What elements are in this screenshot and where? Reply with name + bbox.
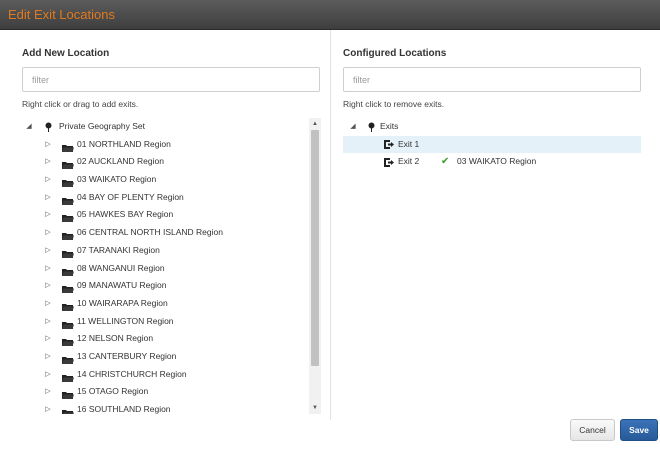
exit-item[interactable]: Exit 1 [343, 135, 641, 154]
tree-item-label: 04 BAY OF PLENTY Region [77, 191, 184, 202]
exit-location-label: 03 WAIKATO Region [457, 156, 537, 167]
folder-icon [62, 141, 74, 152]
tree-root-label: Private Geography Set [59, 121, 145, 131]
exit-item[interactable]: Exit 2 ✔ 03 WAIKATO Region [343, 153, 641, 171]
expand-icon[interactable]: ▷ [44, 153, 52, 171]
folder-icon [62, 247, 74, 258]
add-new-location-heading: Add New Location [22, 48, 110, 59]
folder-icon [62, 388, 74, 400]
scroll-up-icon[interactable]: ▲ [309, 118, 321, 130]
folder-icon [62, 318, 74, 329]
tree-item[interactable]: ▷ 06 CENTRAL NORTH ISLAND Region [22, 224, 310, 242]
exits-root[interactable]: ◢ Exits [343, 118, 641, 136]
folder-icon [62, 406, 74, 414]
tree-item[interactable]: ▷ 12 NELSON Region [22, 330, 310, 348]
tree-item-label: 10 WAIRARAPA Region [77, 297, 168, 308]
tree-item-label: 14 CHRISTCHURCH Region [77, 368, 187, 379]
left-filter-input[interactable] [22, 67, 320, 92]
geography-tree: ◢ Private Geography Set ▷ 01 NORTHLAND Re… [22, 118, 310, 414]
right-hint: Right click to remove exits. [343, 99, 445, 109]
expand-icon[interactable]: ▷ [44, 313, 52, 331]
right-filter-input[interactable] [343, 67, 641, 92]
folder-icon [62, 158, 74, 170]
tree-item-label: 12 NELSON Region [77, 333, 154, 344]
tree-item-label: 08 WANGANUI Region [77, 262, 165, 273]
configured-locations-panel: Configured Locations Right click to remo… [332, 30, 660, 420]
pin-icon [42, 118, 54, 136]
scroll-down-icon[interactable]: ▼ [309, 402, 321, 414]
folder-icon [62, 371, 74, 382]
tree-item[interactable]: ▷ 14 CHRISTCHURCH Region [22, 366, 310, 384]
tree-item-label: 13 CANTERBURY Region [77, 350, 177, 361]
folder-icon [62, 300, 74, 311]
tree-item-label: 01 NORTHLAND Region [77, 138, 171, 149]
exit-icon [383, 136, 395, 154]
tree-item[interactable]: ▷ 07 TARANAKI Region [22, 242, 310, 260]
expand-icon[interactable]: ▷ [44, 295, 52, 313]
tree-item[interactable]: ▷ 09 MANAWATU Region [22, 277, 310, 295]
tree-item[interactable]: ▷ 13 CANTERBURY Region [22, 348, 310, 366]
tree-item-label: 05 HAWKES BAY Region [77, 209, 174, 220]
expand-icon[interactable]: ▷ [44, 383, 52, 401]
tree-item-label: 11 WELLINGTON Region [77, 315, 174, 326]
expand-icon[interactable]: ▷ [44, 189, 52, 207]
left-tree-scrollbar[interactable]: ▲ ▼ [309, 118, 321, 414]
tree-item[interactable]: ▷ 11 WELLINGTON Region [22, 313, 310, 331]
tree-item[interactable]: ▷ 10 WAIRARAPA Region [22, 295, 310, 313]
tree-item[interactable]: ▷ 04 BAY OF PLENTY Region [22, 189, 310, 207]
add-new-location-panel: Add New Location Right click or drag to … [0, 30, 331, 420]
title-bar: Edit Exit Locations [0, 0, 660, 30]
expand-icon[interactable]: ▷ [44, 242, 52, 260]
expand-icon[interactable]: ▷ [44, 136, 52, 154]
tree-item[interactable]: ▷ 03 WAIKATO Region [22, 171, 310, 189]
expand-icon[interactable]: ▷ [44, 171, 52, 189]
tree-item-label: 03 WAIKATO Region [77, 174, 157, 185]
tree-item[interactable]: ▷ 16 SOUTHLAND Region [22, 401, 310, 414]
tree-item[interactable]: ▷ 05 HAWKES BAY Region [22, 206, 310, 224]
scroll-thumb[interactable] [311, 130, 319, 366]
expand-icon[interactable]: ▷ [44, 277, 52, 295]
collapse-icon[interactable]: ◢ [349, 118, 357, 136]
tree-item[interactable]: ▷ 15 OTAGO Region [22, 383, 310, 401]
exit-label: Exit 2 [398, 156, 420, 167]
tree-item-label: 16 SOUTHLAND Region [77, 404, 171, 414]
tree-item[interactable]: ▷ 01 NORTHLAND Region [22, 136, 310, 154]
left-hint: Right click or drag to add exits. [22, 99, 139, 109]
expand-icon[interactable]: ▷ [44, 348, 52, 366]
folder-icon [62, 176, 74, 188]
expand-icon[interactable]: ▷ [44, 206, 52, 224]
save-button[interactable]: Save [620, 419, 658, 441]
tree-item-label: 09 MANAWATU Region [77, 280, 167, 291]
folder-icon [62, 229, 74, 241]
exits-root-label: Exits [380, 121, 399, 131]
tree-item-label: 06 CENTRAL NORTH ISLAND Region [77, 227, 223, 238]
folder-icon [62, 353, 74, 364]
expand-icon[interactable]: ▷ [44, 260, 52, 278]
tree-item-label: 15 OTAGO Region [77, 386, 149, 397]
folder-icon [62, 265, 74, 276]
expand-icon[interactable]: ▷ [44, 366, 52, 384]
tree-item[interactable]: ▷ 02 AUCKLAND Region [22, 153, 310, 171]
tree-item-label: 02 AUCKLAND Region [77, 156, 164, 167]
folder-icon [62, 335, 74, 347]
pin-icon [365, 118, 377, 136]
folder-icon [62, 194, 74, 205]
window-title: Edit Exit Locations [8, 7, 115, 22]
tree-item-label: 07 TARANAKI Region [77, 244, 160, 255]
tree-item[interactable]: ▷ 08 WANGANUI Region [22, 260, 310, 278]
tree-root[interactable]: ◢ Private Geography Set [22, 118, 310, 136]
exits-tree: ◢ Exits Exit 1 Exit 2 ✔ 03 WAIKATO Region [343, 118, 641, 218]
exit-icon [383, 153, 395, 171]
cancel-button[interactable]: Cancel [570, 419, 615, 441]
configured-locations-heading: Configured Locations [343, 48, 447, 59]
folder-icon [62, 282, 74, 294]
check-icon: ✔ [441, 156, 450, 168]
folder-icon [62, 211, 74, 223]
expand-icon[interactable]: ▷ [44, 330, 52, 348]
exit-label: Exit 1 [398, 138, 420, 149]
expand-icon[interactable]: ▷ [44, 224, 52, 242]
expand-icon[interactable]: ▷ [44, 401, 52, 414]
collapse-icon[interactable]: ◢ [25, 118, 33, 136]
